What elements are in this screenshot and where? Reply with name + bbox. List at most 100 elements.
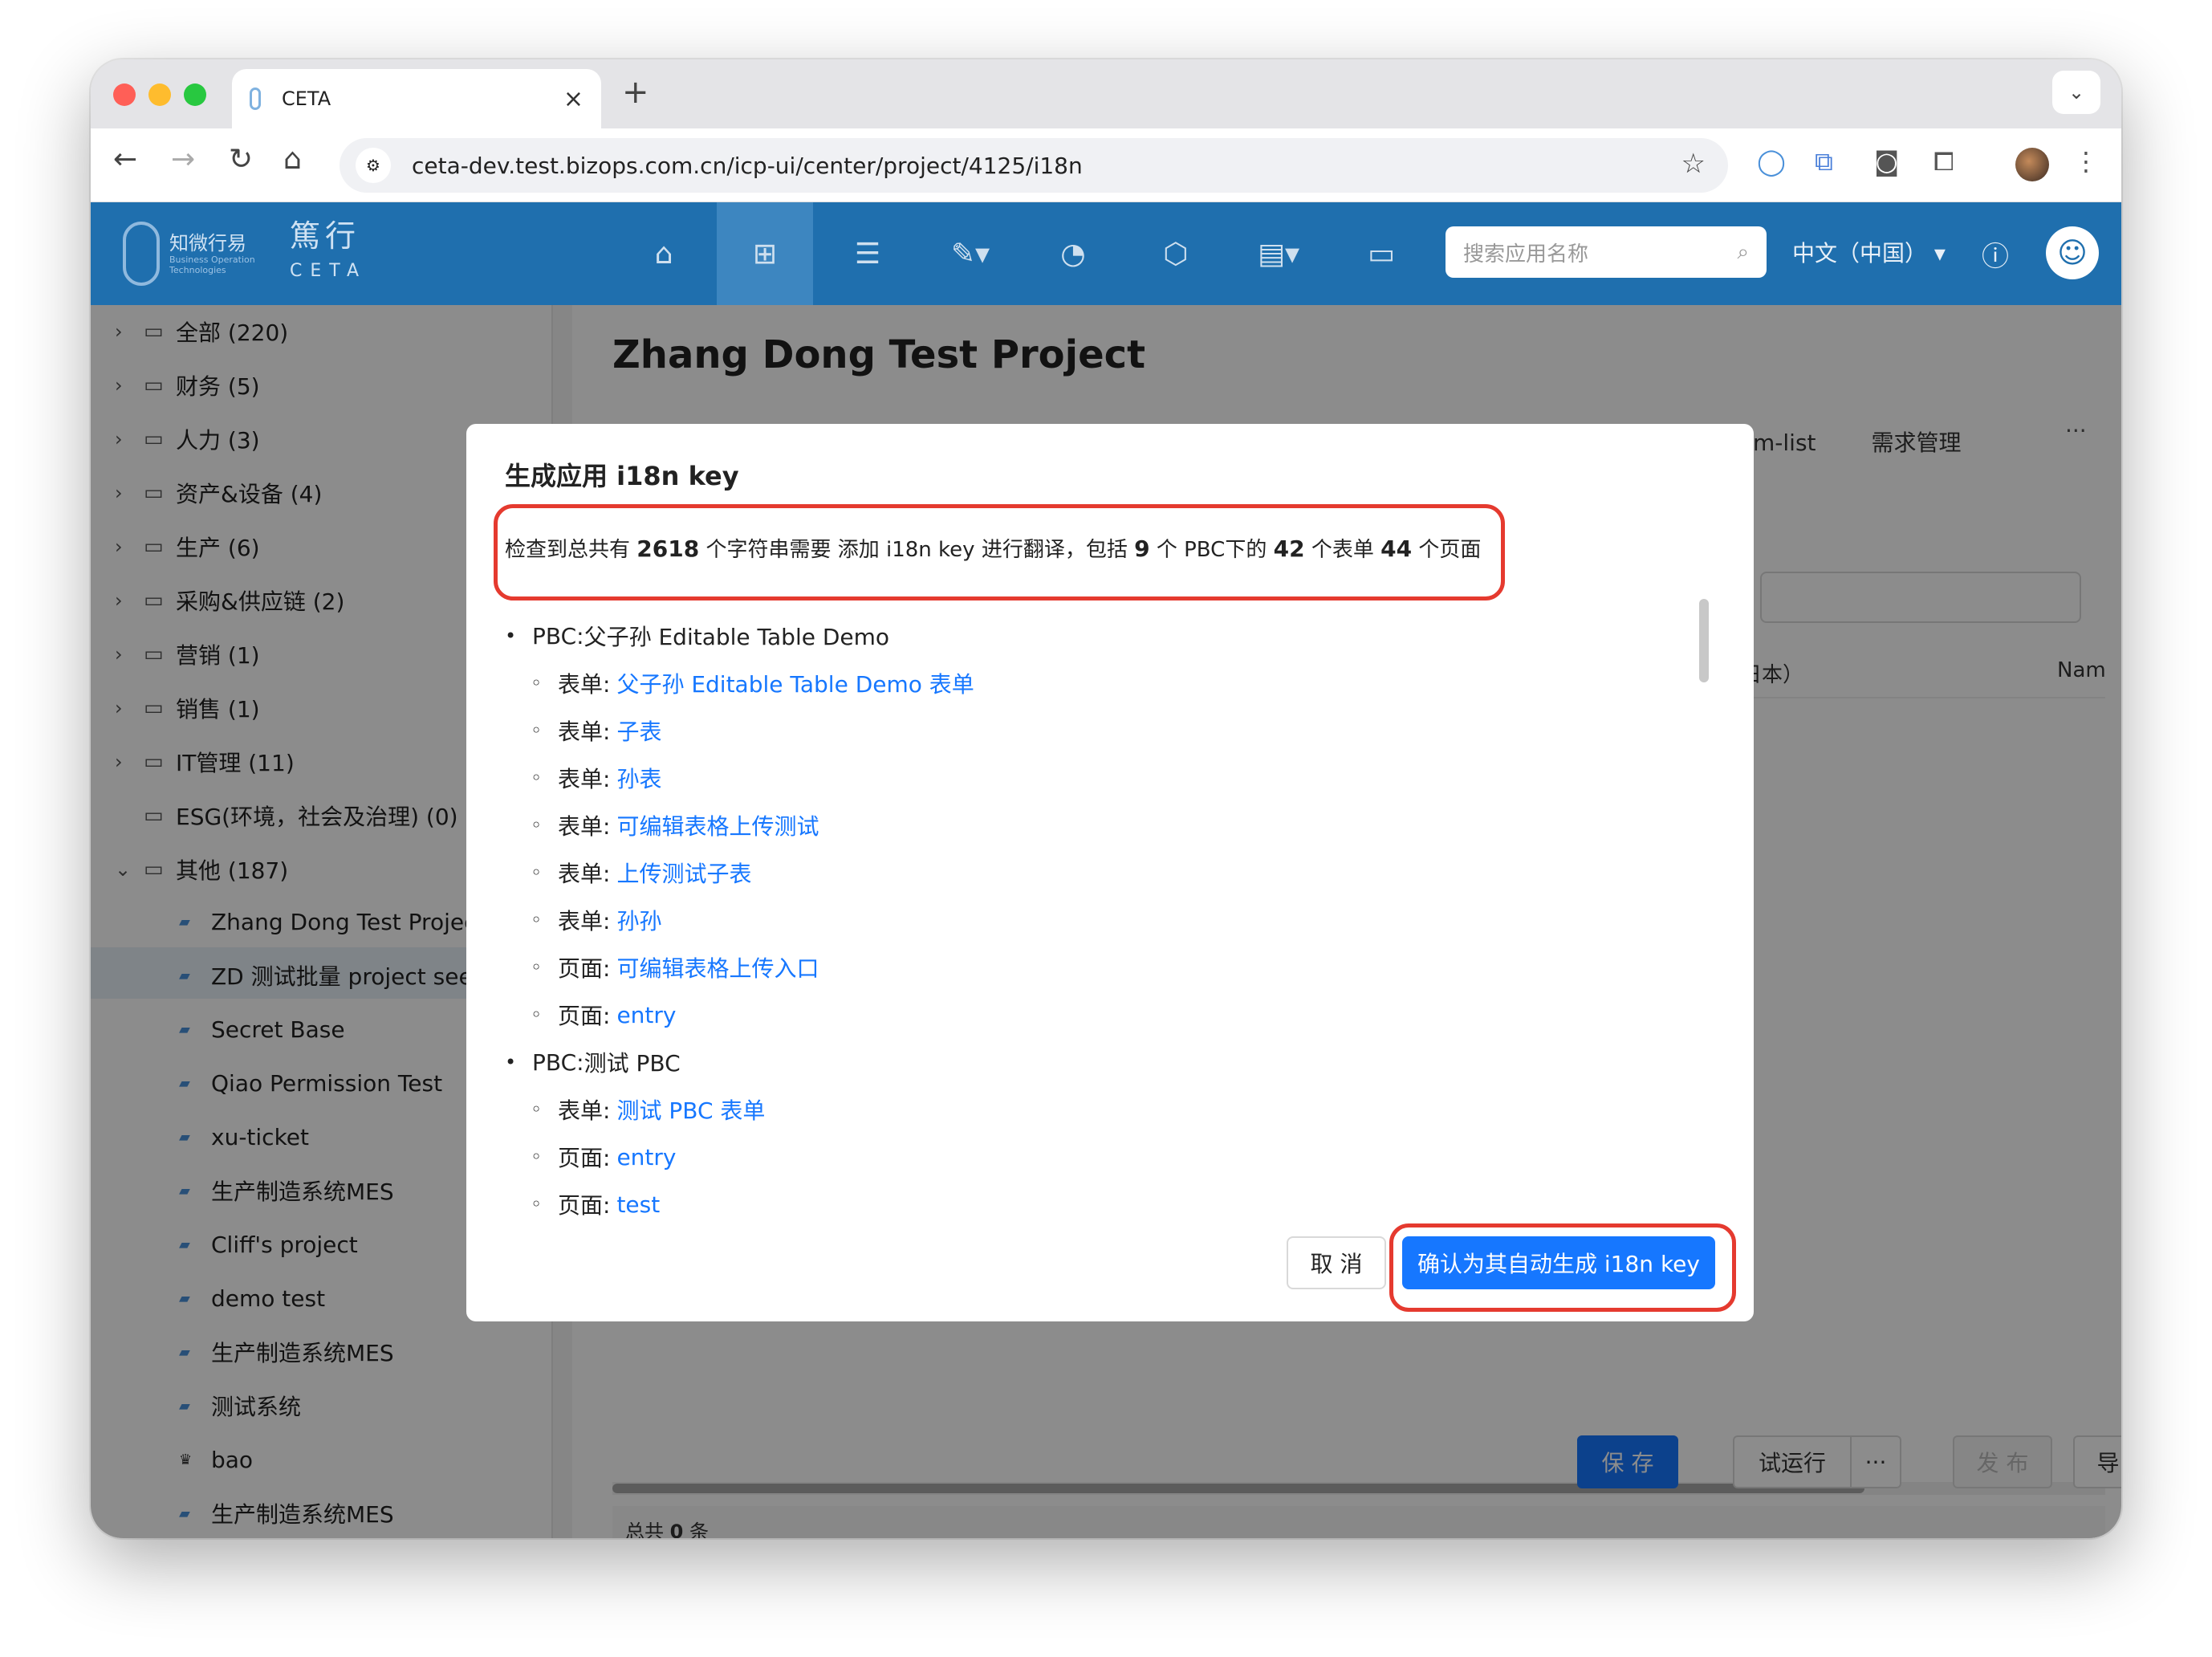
extensions-puzzle-icon[interactable]: ⧠ [1933,146,1954,177]
bullet-icon: • [505,625,517,647]
bullet-icon: • [505,1051,517,1073]
bullet-icon: ◦ [531,1146,543,1168]
bullet-icon: ◦ [531,814,543,837]
browser-tab[interactable]: CETA × [232,69,601,128]
item-link[interactable]: 子表 [616,715,661,747]
nav-home-icon[interactable]: ⌂ [616,202,712,305]
modal-title: 生成应用 i18n key [505,461,739,491]
tab-bar: CETA × + ⌄ [91,59,2121,128]
home-icon[interactable]: ⌂ [283,143,302,176]
item-link[interactable]: 孙表 [616,762,661,794]
address-toolbar: ← → ↻ ⌂ ⚙ ceta-dev.test.bizops.com.cn/ic… [91,128,2121,202]
item-prefix: PBC: [532,622,584,649]
pbc-child-item: ◦ 页面: entry [531,1134,676,1179]
summary-text: 个字符串需要 添加 i18n key 进行翻译，包括 [699,538,1135,562]
camera-icon[interactable]: ◙ [1874,146,1899,177]
modal-scrollbar[interactable] [1699,599,1709,682]
item-prefix: 页面: [558,1192,611,1219]
item-prefix: 页面: [558,1003,611,1029]
item-prefix: 页面: [558,1145,611,1171]
url-text: ceta-dev.test.bizops.com.cn/icp-ui/cente… [412,152,1083,179]
logo-product: 篤行 [290,218,361,254]
summary-pbc-count: 9 [1134,535,1150,562]
item-link[interactable]: 上传测试子表 [616,857,751,889]
minimize-window-button[interactable] [148,83,171,106]
pbc-child-item: ◦ 页面: entry [531,992,676,1037]
item-link[interactable]: 孙孙 [616,904,661,936]
search-icon[interactable]: ⌕ [1737,240,1749,265]
ceta-logo[interactable]: 知微行易 Business Operation Technologies 篤行 C… [123,218,367,289]
item-prefix: 表单: [558,908,611,934]
browser-menu-icon[interactable]: ⋮ [2073,146,2099,177]
pbc-item: • PBC: 父子孙 Editable Table Demo [505,613,889,658]
profile-avatar[interactable] [2015,148,2049,181]
language-selector[interactable]: 中文（中国） ▾ [1792,236,1946,268]
tab-title: CETA [282,88,331,110]
item-link[interactable]: 父子孙 Editable Table Demo 表单 [616,667,974,699]
nav-layout-icon[interactable]: ☰ [819,202,916,305]
item-link[interactable]: 可编辑表格上传测试 [616,809,819,841]
item-link[interactable]: test [616,1191,660,1218]
item-prefix: 表单: [558,671,611,698]
bullet-icon: ◦ [531,719,543,742]
summary-forms-count: 42 [1273,535,1305,562]
bookmark-star-icon[interactable]: ☆ [1681,148,1706,180]
bullet-icon: ◦ [531,1004,543,1026]
help-icon[interactable]: ⓘ [1982,234,2009,274]
nav-library-dropdown-icon[interactable]: ▤▾ [1230,202,1327,305]
item-link[interactable]: 可编辑表格上传入口 [616,951,819,983]
pbc-child-item: ◦ 表单: 可编辑表格上传测试 [531,803,819,848]
nav-message-icon[interactable]: ▭ [1333,202,1429,305]
item-name: 测试 PBC [583,1050,681,1077]
bullet-icon: ◦ [531,672,543,694]
forward-arrow-icon[interactable]: → [171,143,195,176]
pbc-child-item: ◦ 页面: 可编辑表格上传入口 [531,945,819,990]
pbc-child-item: ◦ 表单: 孙孙 [531,898,661,942]
bullet-icon: ◦ [531,767,543,789]
search-placeholder: 搜索应用名称 [1463,242,1589,267]
bullet-icon: ◦ [531,1193,543,1215]
pbc-child-item: ◦ 表单: 测试 PBC 表单 [531,1087,765,1132]
item-prefix: 表单: [558,719,611,745]
tab-search-chevron-icon[interactable]: ⌄ [2052,71,2100,114]
confirm-highlight-box [1389,1223,1736,1312]
site-settings-icon[interactable]: ⚙ [356,148,391,183]
tab-favicon-icon [250,88,261,110]
url-bar[interactable]: ⚙ ceta-dev.test.bizops.com.cn/icp-ui/cen… [340,138,1728,193]
pbc-child-item: ◦ 页面: test [531,1182,660,1225]
pbc-item-list: • PBC: 父子孙 Editable Table Demo ◦ 表单: 父子孙 Ed… [505,613,1725,1225]
user-avatar-icon[interactable]: ☺ [2046,226,2099,279]
cancel-button[interactable]: 取 消 [1287,1236,1386,1289]
summary-text: 检查到总共有 [505,538,637,562]
logo-product-en: CETA [290,261,368,281]
tab-close-icon[interactable]: × [563,85,583,113]
back-arrow-icon[interactable]: ← [113,143,137,176]
nav-apps-icon[interactable]: ⊞ [717,202,813,305]
pbc-child-item: ◦ 表单: 父子孙 Editable Table Demo 表单 [531,661,974,706]
language-label: 中文（中国） [1792,240,1928,267]
summary-strings-count: 2618 [636,535,700,562]
item-link[interactable]: 测试 PBC 表单 [616,1093,765,1126]
item-link[interactable]: entry [616,1144,676,1170]
modal-summary: 检查到总共有 2618 个字符串需要 添加 i18n key 进行翻译，包括 9… [505,533,1481,563]
summary-text: 个页面 [1412,538,1482,562]
app-search-input[interactable]: 搜索应用名称 ⌕ [1446,226,1767,278]
close-window-button[interactable] [113,83,136,106]
summary-text: 个表单 [1304,538,1381,562]
new-tab-button[interactable]: + [622,74,649,111]
item-name: 父子孙 Editable Table Demo [583,624,890,650]
nav-component-icon[interactable]: ⬡ [1128,202,1224,305]
item-prefix: 表单: [558,861,611,887]
item-link[interactable]: entry [616,1002,676,1028]
nav-edit-dropdown-icon[interactable]: ✎▾ [922,202,1019,305]
nav-palette-icon[interactable]: ◔ [1025,202,1121,305]
translate-icon[interactable]: ⧉ [1815,146,1833,177]
pbc-child-item: ◦ 表单: 子表 [531,708,661,753]
logo-brand-sub: Business Operation Technologies [169,254,255,275]
summary-text: 个 PBC下的 [1149,538,1274,562]
extension-circle-icon[interactable]: ◯ [1757,146,1786,177]
browser-window: CETA × + ⌄ ← → ↻ ⌂ ⚙ ceta-dev.test.bizop… [91,59,2121,1538]
item-prefix: 表单: [558,1097,611,1124]
maximize-window-button[interactable] [184,83,206,106]
reload-icon[interactable]: ↻ [229,143,253,176]
